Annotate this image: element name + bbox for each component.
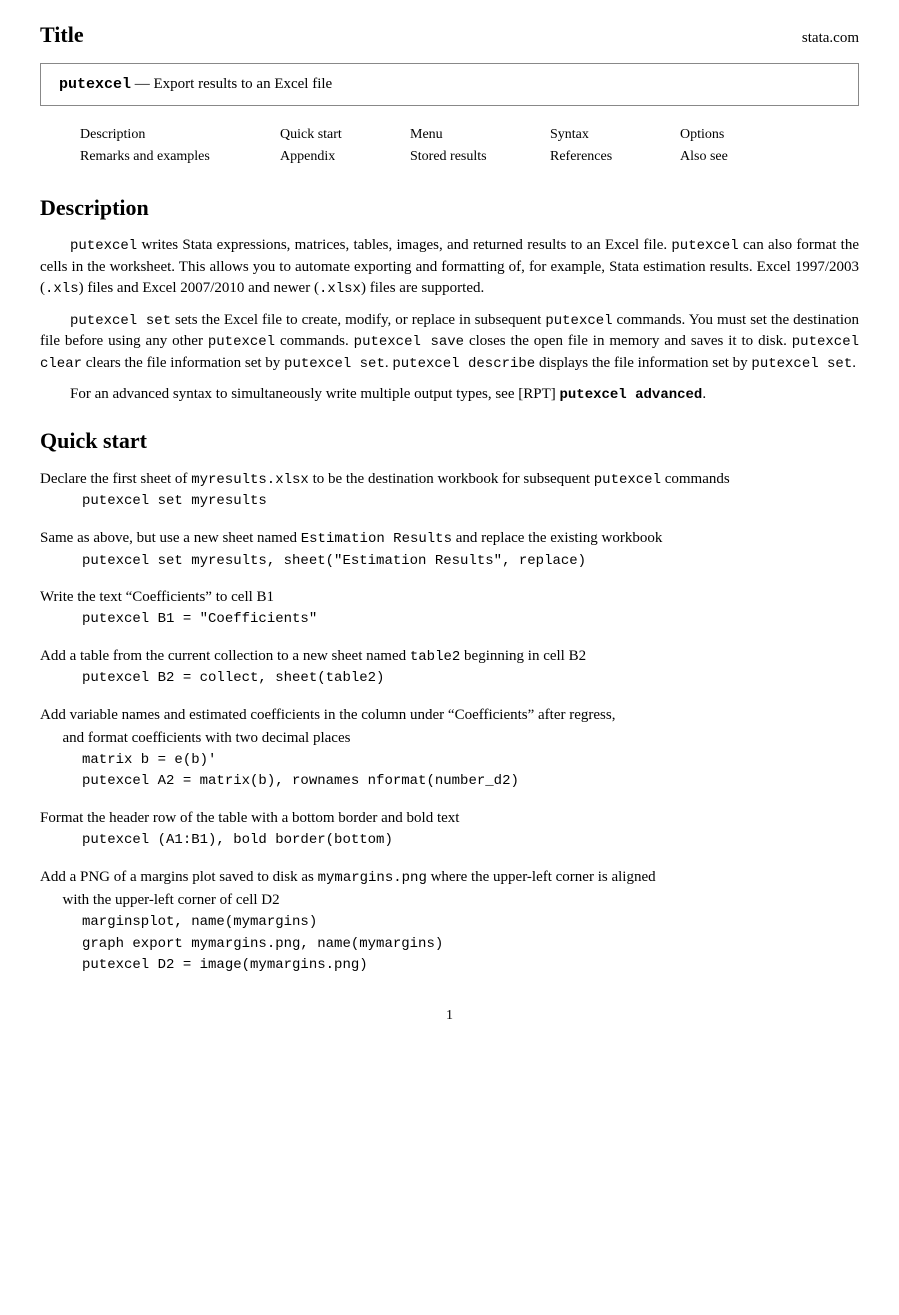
title-description: Export results to an Excel file — [154, 76, 333, 92]
qs-text-5b: and format coefficients with two decimal… — [63, 728, 860, 749]
quick-start-section: Quick start Declare the first sheet of m… — [40, 426, 859, 976]
description-para1: putexcel writes Stata expressions, matri… — [40, 235, 859, 299]
title-separator: — — [131, 76, 154, 92]
qs-text-3: Write the text “Coefficients” to cell B1 — [40, 587, 859, 608]
description-heading: Description — [40, 193, 859, 224]
qs-text-7: Add a PNG of a margins plot saved to dis… — [40, 867, 859, 889]
title-box: putexcel — Export results to an Excel fi… — [40, 63, 859, 106]
navigation-table: Description Remarks and examples Quick s… — [80, 124, 859, 169]
qs-text-7b: with the upper-left corner of cell D2 — [63, 890, 860, 911]
qs-item-5: Add variable names and estimated coeffic… — [40, 705, 859, 792]
page-header: Title stata.com — [40, 20, 859, 51]
qs-item-4: Add a table from the current collection … — [40, 646, 859, 689]
nav-quickstart[interactable]: Quick start Appendix — [280, 124, 410, 169]
nav-syntax[interactable]: Syntax References — [550, 124, 680, 169]
description-para2: putexcel set sets the Excel file to crea… — [40, 310, 859, 375]
qs-code-6: putexcel (A1:B1), bold border(bottom) — [82, 831, 859, 851]
qs-text-5: Add variable names and estimated coeffic… — [40, 705, 859, 726]
page-number: 1 — [40, 1006, 859, 1026]
description-section: Description putexcel writes Stata expres… — [40, 193, 859, 406]
qs-item-1: Declare the first sheet of myresults.xls… — [40, 469, 859, 512]
title-command: putexcel — [59, 76, 131, 93]
qs-code-2: putexcel set myresults, sheet("Estimatio… — [82, 552, 859, 572]
qs-item-3: Write the text “Coefficients” to cell B1… — [40, 587, 859, 630]
nav-menu[interactable]: Menu Stored results — [410, 124, 550, 169]
qs-code-7c: putexcel D2 = image(mymargins.png) — [82, 956, 859, 976]
qs-code-7b: graph export mymargins.png, name(mymargi… — [82, 935, 859, 955]
description-para3: For an advanced syntax to simultaneously… — [40, 384, 859, 406]
page-title: Title — [40, 20, 84, 51]
quick-start-heading: Quick start — [40, 426, 859, 457]
qs-item-2: Same as above, but use a new sheet named… — [40, 528, 859, 571]
qs-text-4: Add a table from the current collection … — [40, 646, 859, 668]
qs-text-6: Format the header row of the table with … — [40, 808, 859, 829]
qs-item-6: Format the header row of the table with … — [40, 808, 859, 851]
qs-code-3: putexcel B1 = "Coefficients" — [82, 610, 859, 630]
qs-text-2: Same as above, but use a new sheet named… — [40, 528, 859, 550]
qs-text-1: Declare the first sheet of myresults.xls… — [40, 469, 859, 491]
nav-description[interactable]: Description Remarks and examples — [80, 124, 280, 169]
qs-item-7: Add a PNG of a margins plot saved to dis… — [40, 867, 859, 976]
qs-code-5b: putexcel A2 = matrix(b), rownames nforma… — [82, 772, 859, 792]
qs-code-7a: marginsplot, name(mymargins) — [82, 913, 859, 933]
stata-com-label: stata.com — [802, 28, 859, 49]
nav-options[interactable]: Options Also see — [680, 124, 800, 169]
qs-code-5a: matrix b = e(b)' — [82, 751, 859, 771]
qs-code-4: putexcel B2 = collect, sheet(table2) — [82, 669, 859, 689]
qs-code-1: putexcel set myresults — [82, 492, 859, 512]
